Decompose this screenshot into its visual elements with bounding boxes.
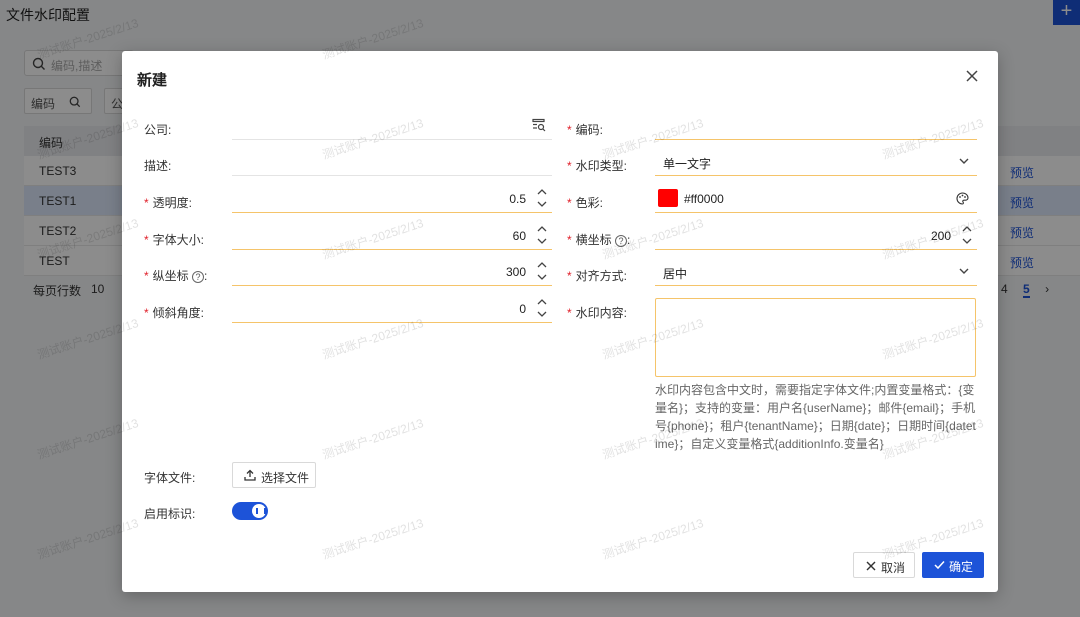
color-swatch[interactable]: [658, 189, 678, 207]
x-coord-input[interactable]: 200: [655, 222, 977, 250]
enabled-label: 启用标识:: [144, 507, 196, 521]
lookup-icon[interactable]: [532, 118, 546, 132]
dialog-title: 新建: [137, 72, 168, 89]
help-icon[interactable]: ?: [615, 235, 628, 247]
company-label: 公司:: [144, 123, 172, 137]
chevron-down-icon: [959, 268, 969, 274]
content-hint: 水印内容包含中文时，需要指定字体文件;内置变量格式：{变量名}；支持的变量：用户…: [655, 383, 976, 451]
ok-button[interactable]: 确定: [922, 552, 984, 578]
opacity-input[interactable]: 0.5: [232, 185, 552, 213]
x-coord-label: * 横坐标 ?:: [567, 233, 631, 247]
close-icon: [866, 561, 876, 571]
opacity-value: 0.5: [509, 192, 526, 206]
tilt-value: 0: [519, 302, 526, 316]
align-label: * 对齐方式:: [567, 269, 628, 283]
company-field[interactable]: [232, 112, 552, 140]
check-icon: [934, 560, 945, 570]
stepper-icon[interactable]: [961, 223, 973, 247]
select-file-label: 选择文件: [261, 471, 310, 485]
code-input[interactable]: [655, 112, 977, 140]
font-size-value: 60: [512, 229, 526, 243]
enabled-toggle[interactable]: [232, 502, 268, 520]
align-select[interactable]: 居中: [655, 258, 977, 286]
palette-icon[interactable]: [956, 192, 969, 205]
stepper-icon[interactable]: [536, 186, 548, 210]
toggle-knob: [252, 504, 266, 518]
ok-label: 确定: [949, 560, 974, 574]
y-coord-input[interactable]: 300: [232, 258, 552, 286]
upload-icon: [244, 469, 256, 481]
color-value: #ff0000: [684, 192, 724, 206]
color-input[interactable]: #ff0000: [655, 185, 977, 213]
font-file-label: 字体文件:: [144, 471, 196, 485]
cancel-label: 取消: [881, 561, 906, 575]
tilt-input[interactable]: 0: [232, 295, 552, 323]
content-textarea[interactable]: [655, 298, 976, 377]
font-size-input[interactable]: 60: [232, 222, 552, 250]
code-label: * 编码:: [567, 123, 604, 137]
select-file-button[interactable]: 选择文件: [232, 462, 316, 488]
y-coord-value: 300: [505, 265, 526, 279]
y-coord-label: * 纵坐标 ?:: [144, 269, 208, 283]
close-icon[interactable]: [965, 69, 979, 83]
content-label: * 水印内容:: [567, 306, 628, 320]
align-value: 居中: [663, 267, 688, 281]
stepper-icon[interactable]: [536, 223, 548, 247]
help-icon[interactable]: ?: [192, 271, 205, 283]
stepper-icon[interactable]: [536, 259, 548, 283]
type-select[interactable]: 单一文字: [655, 148, 977, 176]
stepper-icon[interactable]: [536, 296, 548, 320]
x-coord-value: 200: [930, 229, 951, 243]
font-size-label: * 字体大小:: [144, 233, 205, 247]
description-label: 描述:: [144, 159, 172, 173]
type-label: * 水印类型:: [567, 159, 628, 173]
description-field[interactable]: [232, 148, 552, 176]
color-label: * 色彩:: [567, 196, 604, 210]
opacity-label: * 透明度:: [144, 196, 193, 210]
type-value: 单一文字: [663, 157, 712, 171]
create-dialog: 新建 公司: 描述: * 透明度: 0.5 * 字体大小: 60 * 纵坐标 ?: 3…: [122, 51, 998, 592]
tilt-label: * 倾斜角度:: [144, 306, 205, 320]
cancel-button[interactable]: 取消: [853, 552, 915, 578]
chevron-down-icon: [959, 158, 969, 164]
